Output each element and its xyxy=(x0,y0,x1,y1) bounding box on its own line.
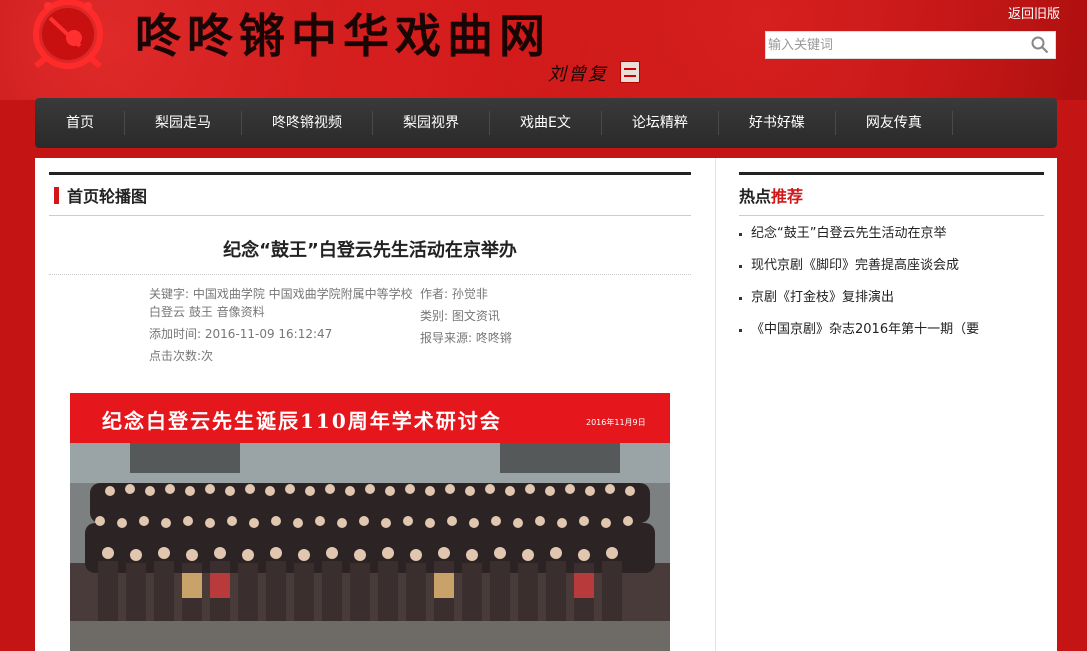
meta-keywords: 关键字: 中国戏曲学院 中国戏曲学院附属中等学校 白登云 鼓王 音像资料 xyxy=(149,287,413,319)
section-title: 首页轮播图 xyxy=(67,187,148,206)
article-title: 纪念“鼓王”白登云先生活动在京举办 xyxy=(49,236,691,275)
hot-list-item[interactable]: 《中国京剧》杂志2016年第十一期（要 xyxy=(739,321,1044,353)
article-photo[interactable]: 纪念白登云先生诞辰110周年学术研讨会 2016年11月9日 xyxy=(70,393,670,651)
search-input[interactable] xyxy=(766,32,1020,58)
section-marker xyxy=(54,186,59,204)
sidebar-title: 热点推荐 xyxy=(739,183,803,207)
nav-item-books-discs[interactable]: 好书好碟 xyxy=(719,111,836,135)
hot-list-item[interactable]: 现代京剧《脚印》完善提高座谈会成 xyxy=(739,257,1044,289)
nav-item-liyuan-zouma[interactable]: 梨园走马 xyxy=(125,111,242,135)
meta-category: 类别: 图文资讯 xyxy=(420,309,500,323)
main-nav: 首页 梨园走马 咚咚锵视频 梨园视界 戏曲E文 论坛精粹 好书好碟 网友传真 xyxy=(35,98,1057,148)
meta-added-time: 添加时间: 2016-11-09 16:12:47 xyxy=(149,327,333,341)
site-title: 咚咚锵中华戏曲网 xyxy=(135,9,551,63)
photo-banner-text: 纪念白登云先生诞辰110周年学术研讨会 xyxy=(102,409,502,433)
calligraphy-signature: 刘曾复 xyxy=(548,64,608,85)
nav-item-user-posts[interactable]: 网友传真 xyxy=(836,111,953,135)
sidebar-header: 热点推荐 xyxy=(739,172,1044,216)
seal-stamp xyxy=(620,61,640,83)
nav-item-video[interactable]: 咚咚锵视频 xyxy=(242,111,373,135)
back-to-old-version-link[interactable]: 返回旧版 xyxy=(1008,3,1060,22)
nav-item-forum[interactable]: 论坛精粹 xyxy=(602,111,719,135)
group-photo-image xyxy=(70,443,670,651)
sidebar-title-highlight: 推荐 xyxy=(771,187,804,206)
meta-clicks: 点击次数:次 xyxy=(149,349,214,363)
hot-list: 纪念“鼓王”白登云先生活动在京举 现代京剧《脚印》完善提高座谈会成 京剧《打金枝… xyxy=(739,225,1044,353)
main-column: 首页轮播图 纪念“鼓王”白登云先生活动在京举办 关键字: 中国戏曲学院 中国戏曲… xyxy=(49,172,691,651)
nav-item-home[interactable]: 首页 xyxy=(35,111,125,135)
section-header: 首页轮播图 xyxy=(49,172,691,216)
site-header: 咚咚锵中华戏曲网 刘曾复 返回旧版 xyxy=(0,0,1087,100)
hot-list-item[interactable]: 纪念“鼓王”白登云先生活动在京举 xyxy=(739,225,1044,257)
drum-logo-icon[interactable] xyxy=(28,0,110,72)
nav-item-xiqu-ewen[interactable]: 戏曲E文 xyxy=(490,111,602,135)
meta-source: 报导来源: 咚咚锵 xyxy=(420,331,512,345)
search-icon[interactable] xyxy=(1031,36,1049,54)
sidebar-title-plain: 热点 xyxy=(739,187,772,206)
hot-list-item[interactable]: 京剧《打金枝》复排演出 xyxy=(739,289,1044,321)
sidebar: 热点推荐 纪念“鼓王”白登云先生活动在京举 现代京剧《脚印》完善提高座谈会成 京… xyxy=(715,158,1058,651)
photo-banner-date: 2016年11月9日 xyxy=(586,418,646,427)
content-area: 首页轮播图 纪念“鼓王”白登云先生活动在京举办 关键字: 中国戏曲学院 中国戏曲… xyxy=(35,158,1057,651)
search-box xyxy=(765,31,1056,59)
photo-banner: 纪念白登云先生诞辰110周年学术研讨会 2016年11月9日 xyxy=(70,393,670,443)
nav-item-liyuan-shijie[interactable]: 梨园视界 xyxy=(373,111,490,135)
meta-author: 作者: 孙觉非 xyxy=(420,287,488,301)
